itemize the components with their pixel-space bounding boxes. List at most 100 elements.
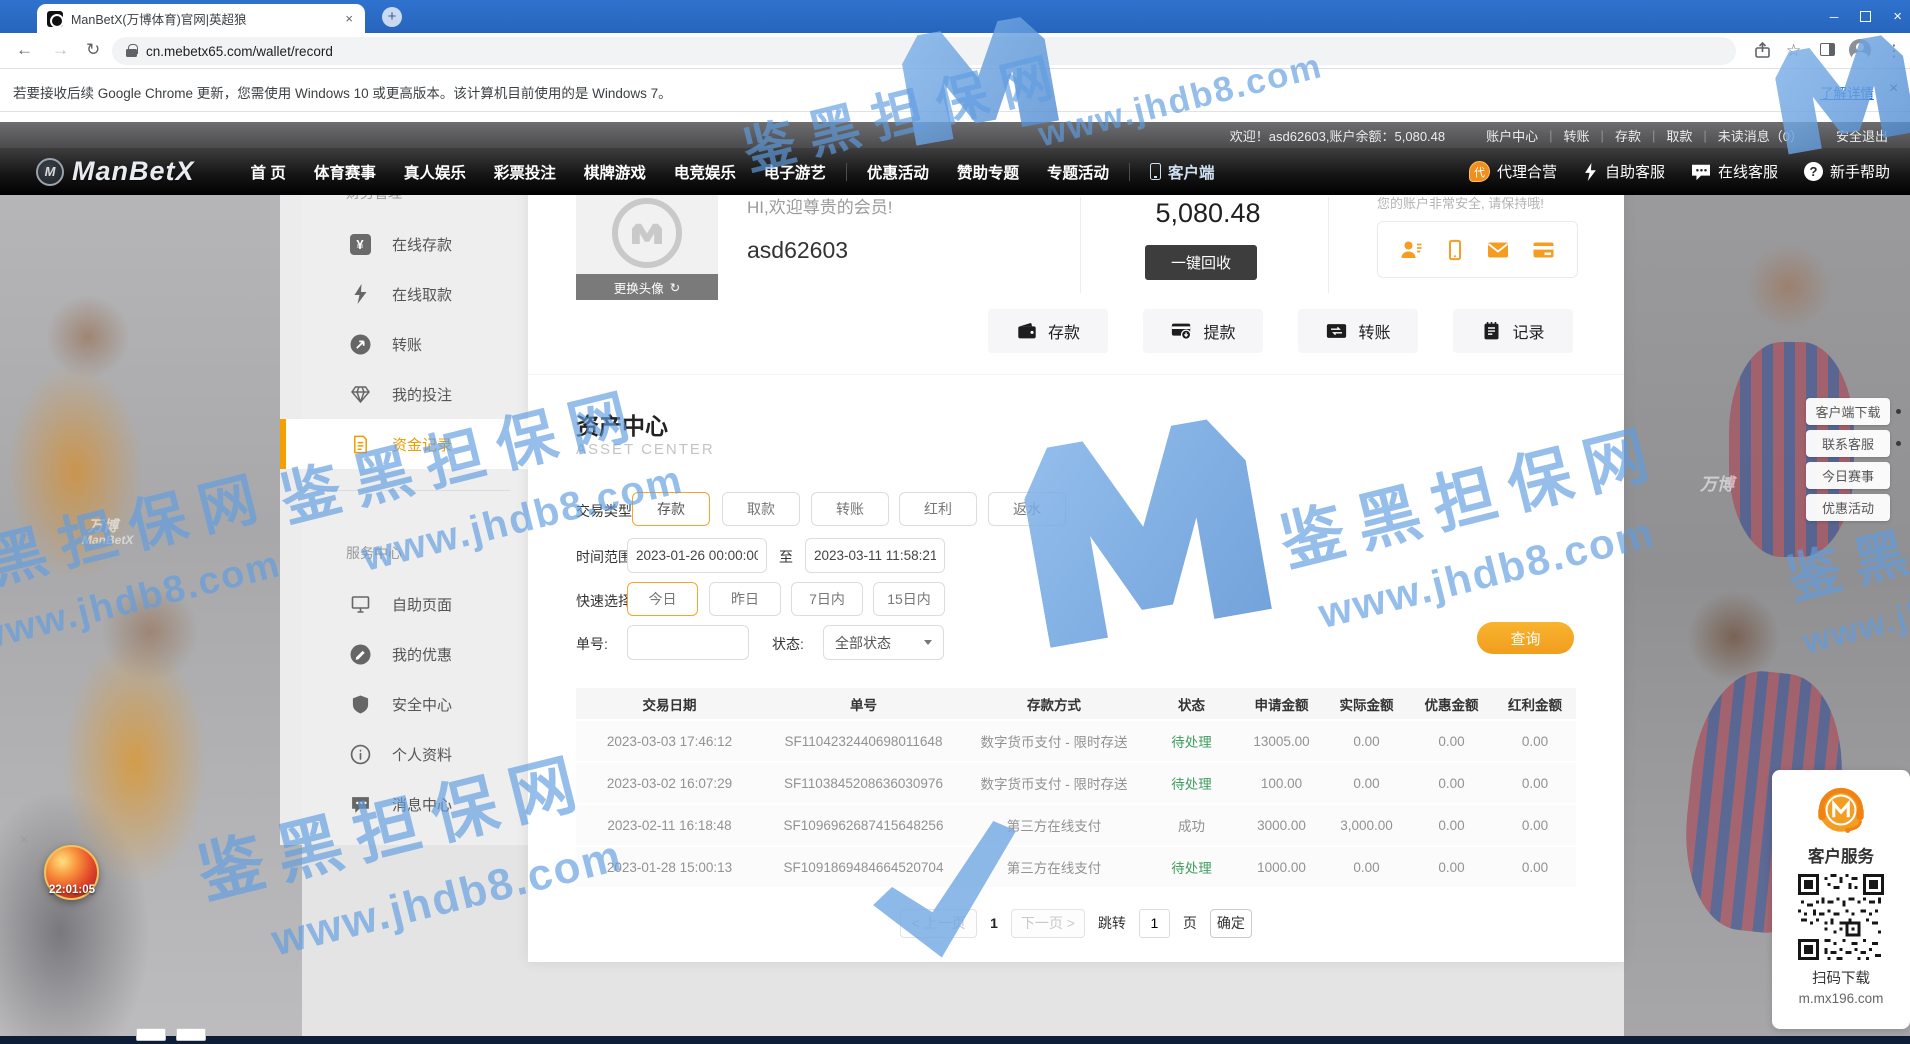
type-filter-rebate[interactable]: 返水 <box>988 492 1066 526</box>
lightning-icon <box>348 282 372 306</box>
type-filter-deposit-active[interactable]: 存款 <box>632 492 710 526</box>
bank-card-icon[interactable] <box>1530 238 1557 262</box>
records-action-button[interactable]: 记录 <box>1453 309 1573 353</box>
type-filter-bonus[interactable]: 红利 <box>899 492 977 526</box>
nav-agent-link[interactable]: 代 代理合营 <box>1469 161 1557 182</box>
jump-page-input[interactable] <box>1139 909 1170 938</box>
new-tab-button[interactable]: + <box>382 7 402 27</box>
side-tab-client-download[interactable]: 客户端下载 <box>1806 398 1890 425</box>
prev-page-button[interactable]: < 上一页 <box>900 909 977 938</box>
side-tab-today-matches[interactable]: 今日赛事 <box>1806 462 1890 489</box>
type-filter-withdraw[interactable]: 取款 <box>722 492 800 526</box>
sidebar-item-security-center[interactable]: 安全中心 <box>280 679 528 729</box>
userbar-link-messages[interactable]: 未读消息（0） <box>1707 126 1814 145</box>
email-bind-icon[interactable] <box>1485 238 1511 262</box>
back-icon[interactable]: ← <box>16 40 33 60</box>
side-panel-icon[interactable] <box>1820 43 1835 56</box>
sidebar-item-message-center[interactable]: 消息中心 <box>280 779 528 829</box>
userbar-link-withdraw[interactable]: 取款 <box>1655 126 1703 145</box>
next-page-button[interactable]: 下一页 > <box>1011 909 1085 938</box>
browser-tab[interactable]: ManBetX(万博体育)官网|英超狼 × <box>37 4 365 33</box>
contact-person-icon[interactable] <box>1398 238 1425 262</box>
share-icon[interactable] <box>1754 42 1771 59</box>
table-row[interactable]: 2023-02-11 16:18:48 SF109696268741564825… <box>576 803 1576 845</box>
quick-15-days[interactable]: 15日内 <box>873 582 945 616</box>
userbar-link-logout[interactable]: 安全退出 <box>1836 126 1888 145</box>
side-tab-contact-service[interactable]: 联系客服 <box>1806 430 1890 457</box>
notice-close-icon[interactable]: × <box>1889 80 1898 98</box>
deposit-action-button[interactable]: 存款 <box>988 309 1108 353</box>
sidebar-item-profile[interactable]: 个人资料 <box>280 729 528 779</box>
transfer-action-button[interactable]: 转账 <box>1298 309 1418 353</box>
profile-avatar-icon[interactable] <box>1849 39 1871 61</box>
bookmark-star-icon[interactable]: ☆ <box>1786 41 1801 61</box>
url-text[interactable]: cn.mebetx65.com/wallet/record <box>146 44 333 59</box>
nav-item-esports[interactable]: 电竞娱乐 <box>660 161 750 183</box>
nav-item-live-casino[interactable]: 真人娱乐 <box>390 161 480 183</box>
status-select[interactable]: 全部状态 <box>823 625 944 660</box>
phone-bind-icon[interactable] <box>1444 238 1466 262</box>
browser-menu-icon[interactable]: ⋮ <box>1886 41 1902 61</box>
nav-item-specials[interactable]: 专题活动 <box>1033 161 1123 183</box>
nav-item-promotions[interactable]: 优惠活动 <box>853 161 943 183</box>
sidebar-label: 在线存款 <box>392 234 452 255</box>
customer-service-panel[interactable]: 客户服务 扫码下载 m.mx196.com <box>1772 770 1910 1029</box>
nav-self-service-link[interactable]: 自助客服 <box>1583 161 1665 182</box>
forward-icon[interactable]: → <box>52 40 69 60</box>
date-to-input[interactable] <box>805 538 945 573</box>
tab-close-icon[interactable]: × <box>343 11 355 26</box>
col-header-actual: 实际金额 <box>1324 694 1409 714</box>
window-minimize-icon[interactable]: ─ <box>1830 11 1839 23</box>
sidebar-item-self-service[interactable]: 自助页面 <box>280 579 528 629</box>
address-bar[interactable]: cn.mebetx65.com/wallet/record <box>112 37 1736 65</box>
status-select-value: 全部状态 <box>835 633 891 653</box>
nav-help-link[interactable]: ? 新手帮助 <box>1804 161 1890 182</box>
reload-icon[interactable]: ↻ <box>86 40 100 60</box>
current-page-number[interactable]: 1 <box>990 915 998 931</box>
quick-yesterday[interactable]: 昨日 <box>709 582 781 616</box>
nav-item-board-games[interactable]: 棋牌游戏 <box>570 161 660 183</box>
userbar-link-account[interactable]: 账户中心 <box>1475 126 1549 145</box>
window-close-icon[interactable]: × <box>1893 9 1902 24</box>
card-withdraw-icon <box>1170 320 1193 342</box>
sidebar-item-fund-records-active[interactable]: 资金记录 <box>280 419 528 469</box>
nav-item-client-app[interactable]: 客户端 <box>1136 161 1229 183</box>
card-transfer-icon <box>1325 320 1348 342</box>
search-button[interactable]: 查询 <box>1477 622 1574 654</box>
table-row[interactable]: 2023-01-28 15:00:13 SF109186948466452070… <box>576 845 1576 887</box>
tab-title: ManBetX(万博体育)官网|英超狼 <box>71 9 335 28</box>
page-unit-label: 页 <box>1183 913 1197 933</box>
type-filter-transfer[interactable]: 转账 <box>811 492 889 526</box>
order-no-input[interactable] <box>627 625 749 660</box>
sidebar-item-online-deposit[interactable]: ¥ 在线存款 <box>280 219 528 269</box>
table-row[interactable]: 2023-03-02 16:07:29 SF110384520863603097… <box>576 761 1576 803</box>
quick-7-days[interactable]: 7日内 <box>791 582 863 616</box>
sidebar-item-transfer[interactable]: 转账 <box>280 319 528 369</box>
brand-logo[interactable]: M ManBetX <box>36 156 195 187</box>
userbar-link-transfer[interactable]: 转账 <box>1553 126 1601 145</box>
quick-today-active[interactable]: 今日 <box>627 582 698 616</box>
table-row[interactable]: 2023-03-03 17:46:12 SF110423244069801164… <box>576 719 1576 761</box>
side-tab-promotions[interactable]: 优惠活动 <box>1806 494 1890 521</box>
nav-item-slots[interactable]: 电子游艺 <box>750 161 840 183</box>
userbar-link-deposit[interactable]: 存款 <box>1604 126 1652 145</box>
nav-online-service-link[interactable]: 在线客服 <box>1691 161 1778 182</box>
date-from-input[interactable] <box>627 538 767 573</box>
user-avatar[interactable]: 更换头像 ↻ <box>576 190 718 300</box>
nav-divider <box>1129 163 1130 181</box>
sidebar-item-my-promos[interactable]: 我的优惠 <box>280 629 528 679</box>
promo-close-icon[interactable]: × <box>20 831 28 847</box>
nav-item-home[interactable]: 首 页 <box>237 161 300 183</box>
one-key-recycle-button[interactable]: 一键回收 <box>1145 245 1257 280</box>
jump-confirm-button[interactable]: 确定 <box>1210 909 1252 938</box>
withdraw-action-button[interactable]: 提款 <box>1143 309 1263 353</box>
window-maximize-icon[interactable] <box>1860 11 1871 22</box>
nav-item-lottery[interactable]: 彩票投注 <box>480 161 570 183</box>
nav-item-sponsorship[interactable]: 赞助专题 <box>943 161 1033 183</box>
learn-more-link[interactable]: 了解详情 <box>1820 82 1874 102</box>
account-safety-tip: 您的账户非常安全, 请保持哦! <box>1377 193 1544 212</box>
nav-item-sports[interactable]: 体育赛事 <box>300 161 390 183</box>
sidebar-item-my-bets[interactable]: 我的投注 <box>280 369 528 419</box>
change-avatar-button[interactable]: 更换头像 ↻ <box>576 274 718 300</box>
sidebar-item-online-withdraw[interactable]: 在线取款 <box>280 269 528 319</box>
